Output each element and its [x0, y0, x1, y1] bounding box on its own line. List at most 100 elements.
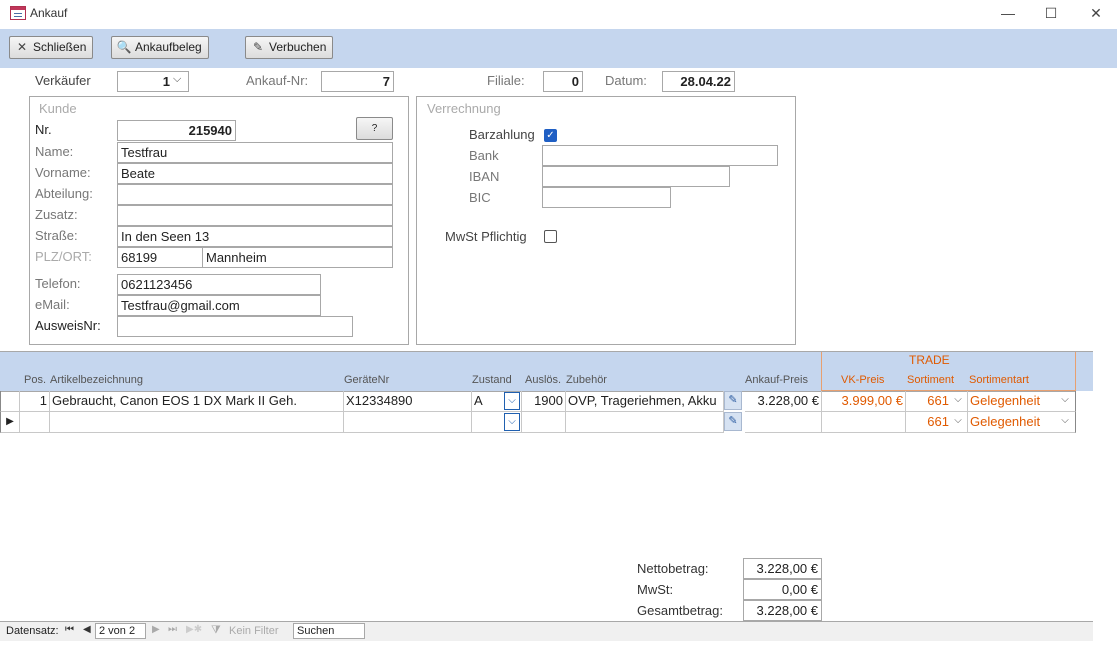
bic-field[interactable] [542, 187, 671, 208]
cash-label: Barzahlung [469, 127, 535, 142]
table-row-purchase-price[interactable] [745, 412, 822, 433]
pencil-icon[interactable]: ✎ [724, 412, 742, 431]
col-assortment-type[interactable]: Sortimentart [969, 374, 1029, 386]
phone-field[interactable]: 0621123456 [117, 274, 321, 295]
gross-value[interactable]: 3.228,00 € [743, 600, 822, 621]
maximize-button[interactable]: ☐ [1037, 4, 1065, 22]
search-field[interactable]: Suchen [293, 623, 365, 639]
ledger-icon: ✎ [252, 40, 264, 54]
col-device-no[interactable]: GeräteNr [344, 374, 389, 386]
date-label: Datum: [605, 73, 647, 88]
table-row-pos[interactable]: 1 [20, 391, 50, 412]
gross-label: Gesamtbetrag: [637, 603, 723, 618]
date-field[interactable]: 28.04.22 [662, 71, 735, 92]
bank-label: Bank [469, 148, 499, 163]
record-label: Datensatz: [6, 625, 59, 637]
purchase-no-field[interactable]: 7 [321, 71, 394, 92]
col-pos[interactable]: Pos. [24, 374, 46, 386]
record-navigation-bar [0, 621, 1093, 641]
department-field[interactable] [117, 184, 393, 205]
table-row-accessories[interactable] [566, 412, 724, 433]
assortment-type-dropdown-icon[interactable]: ⌵ [1057, 413, 1073, 431]
name-field[interactable]: Testfrau [117, 142, 393, 163]
vat-value[interactable]: 0,00 € [743, 579, 822, 600]
next-record-icon[interactable]: ▶ [152, 624, 160, 635]
close-icon: ✕ [16, 40, 28, 54]
minimize-button[interactable]: — [994, 4, 1022, 22]
col-article[interactable]: Artikelbezeichnung [50, 374, 143, 386]
row-selector[interactable] [0, 391, 20, 412]
cash-checkbox[interactable]: ✓ [544, 129, 557, 142]
table-row-purchase-price[interactable]: 3.228,00 € [745, 391, 822, 412]
form-icon [10, 6, 26, 20]
customer-nr-field[interactable]: 215940 [117, 120, 236, 141]
col-release[interactable]: Auslös. [525, 374, 561, 386]
vat-liable-label: MwSt Pflichtig [445, 229, 527, 244]
assortment-dropdown-icon[interactable]: ⌵ [950, 413, 966, 431]
last-record-icon[interactable]: ⏭ [168, 624, 177, 635]
net-value[interactable]: 3.228,00 € [743, 558, 822, 579]
seller-label: Verkäufer [35, 73, 91, 88]
filter-toggle[interactable]: Kein Filter [229, 625, 279, 637]
assortment-dropdown-icon[interactable]: ⌵ [950, 392, 966, 410]
table-row-device-no[interactable] [344, 412, 472, 433]
first-record-icon[interactable]: ⏮ [65, 624, 74, 635]
table-row-article[interactable] [50, 412, 344, 433]
vat-liable-checkbox[interactable] [544, 230, 557, 243]
street-field[interactable]: In den Seen 13 [117, 226, 393, 247]
table-row-release[interactable] [522, 412, 566, 433]
payment-group-title: Verrechnung [425, 101, 503, 116]
col-sale-price[interactable]: VK-Preis [841, 374, 884, 386]
book-button[interactable]: ✎ Verbuchen [245, 36, 334, 59]
row-selector-current[interactable]: ▶ [0, 412, 20, 433]
trade-header: TRADE [909, 353, 950, 367]
purchase-no-label: Ankauf-Nr: [246, 73, 309, 88]
table-row-article[interactable]: Gebraucht, Canon EOS 1 DX Mark II Geh. [50, 391, 344, 412]
col-assortment[interactable]: Sortiment [907, 374, 954, 386]
record-number-field[interactable]: 2 von 2 [95, 623, 146, 639]
firstname-field[interactable]: Beate [117, 163, 393, 184]
previous-record-icon[interactable]: ◀ [83, 624, 91, 635]
pencil-icon[interactable]: ✎ [724, 391, 742, 410]
col-accessories[interactable]: Zubehör [566, 374, 607, 386]
iban-field[interactable] [542, 166, 730, 187]
col-condition[interactable]: Zustand [472, 374, 512, 386]
table-row-release[interactable]: 1900 [522, 391, 566, 412]
table-row-accessories[interactable]: OVP, Trageriehmen, Akku [566, 391, 724, 412]
net-label: Nettobetrag: [637, 561, 709, 576]
new-record-icon[interactable]: ▶✱ [186, 624, 202, 635]
table-row-sale-price[interactable] [822, 412, 906, 433]
magnifier-document-icon: 🔍 [116, 40, 132, 54]
branch-field[interactable]: 0 [543, 71, 583, 92]
id-number-field[interactable] [117, 316, 353, 337]
email-label: eMail: [35, 297, 70, 312]
table-row-pos[interactable] [20, 412, 50, 433]
department-label: Abteilung: [35, 186, 93, 201]
addition-label: Zusatz: [35, 207, 78, 222]
window-title: Ankauf [30, 6, 68, 20]
street-label: Straße: [35, 228, 78, 243]
receipt-button[interactable]: 🔍 Ankaufbeleg [111, 36, 209, 59]
book-button-label: Verbuchen [269, 40, 327, 54]
close-window-button[interactable]: ✕ [1082, 4, 1110, 22]
close-button[interactable]: ✕ Schließen [9, 36, 94, 59]
col-purchase-price[interactable]: Ankauf-Preis [745, 374, 808, 386]
condition-dropdown-icon[interactable]: ⌵ [504, 392, 520, 410]
condition-dropdown-icon[interactable]: ⌵ [504, 413, 520, 431]
zip-field[interactable]: 68199 [117, 247, 203, 268]
bank-field[interactable] [542, 145, 778, 166]
assortment-type-dropdown-icon[interactable]: ⌵ [1057, 392, 1073, 410]
chevron-down-icon[interactable]: ⌵ [173, 73, 181, 86]
addition-field[interactable] [117, 205, 393, 226]
branch-label: Filiale: [487, 73, 525, 88]
city-field[interactable]: Mannheim [202, 247, 393, 268]
email-field[interactable]: Testfrau@gmail.com [117, 295, 321, 316]
firstname-label: Vorname: [35, 165, 91, 180]
close-button-label: Schließen [33, 40, 87, 54]
table-row-sale-price[interactable]: 3.999,00 € [822, 391, 906, 412]
phone-label: Telefon: [35, 276, 81, 291]
customer-lookup-button[interactable]: ? [356, 117, 393, 140]
table-row-device-no[interactable]: X12334890 [344, 391, 472, 412]
iban-label: IBAN [469, 169, 500, 184]
filter-icon: ⧩ [211, 624, 221, 636]
